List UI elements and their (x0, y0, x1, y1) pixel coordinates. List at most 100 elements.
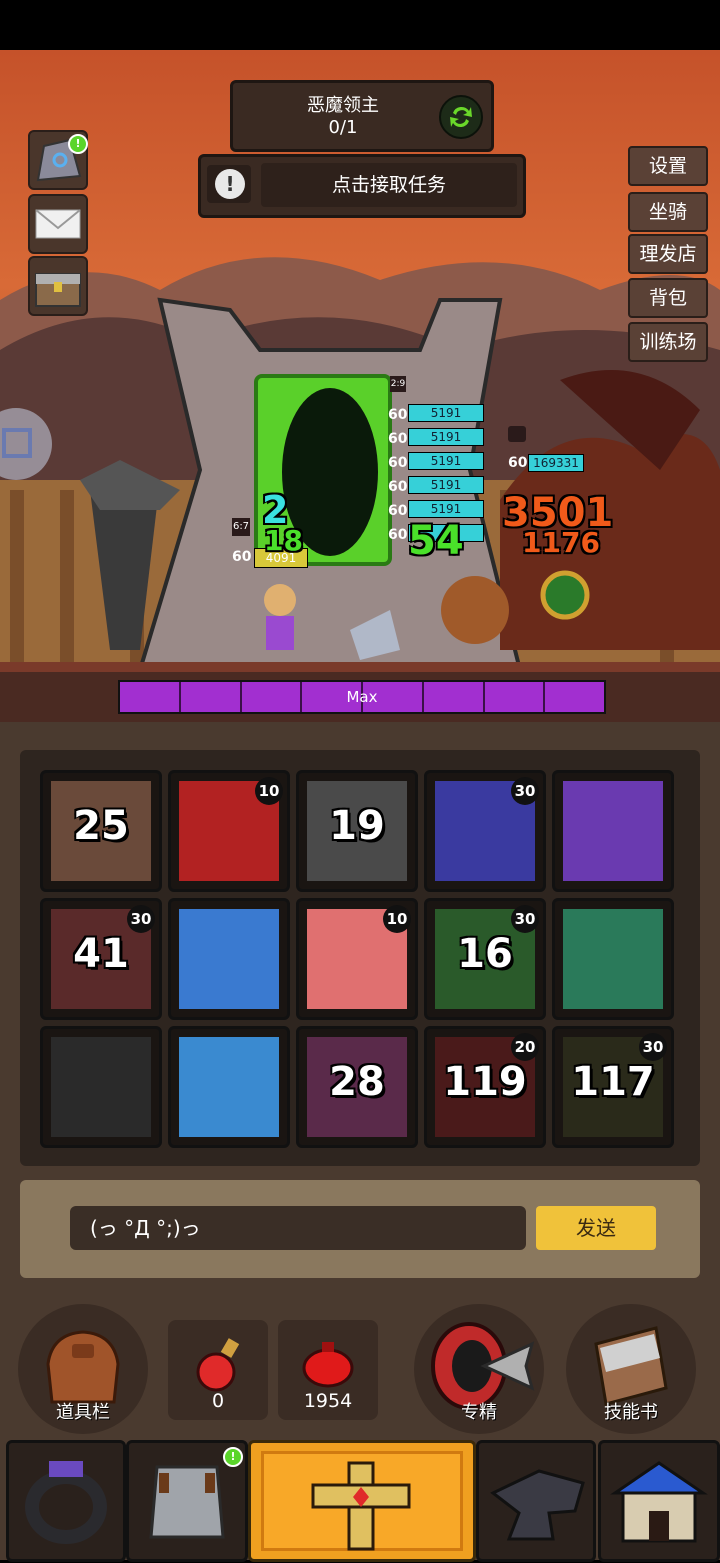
chest-button[interactable] (28, 256, 88, 316)
skill-level-badge: 30 (639, 1033, 667, 1061)
skillbook-button[interactable]: 技能书 (566, 1304, 696, 1434)
items-button[interactable]: 道具栏 (18, 1304, 148, 1434)
skill-slot[interactable]: 25 (40, 770, 162, 892)
mail-button[interactable] (28, 194, 88, 254)
tab-sword[interactable] (248, 1440, 476, 1562)
mail-icon (35, 209, 81, 239)
skill-slot[interactable] (168, 898, 290, 1020)
mount-button[interactable]: 坐骑 (628, 192, 708, 232)
skill-slot[interactable]: 41 30 (40, 898, 162, 1020)
floating-cube-button[interactable] (0, 408, 52, 480)
ally-hp-text: 5191 (430, 406, 462, 420)
skill-level-badge: 10 (255, 777, 283, 805)
cube-icon (2, 428, 32, 458)
ally-level: 60 (388, 431, 408, 447)
ally-hp-bar: 5191 (408, 404, 484, 422)
tab-anvil[interactable] (476, 1440, 596, 1562)
send-button[interactable]: 发送 (536, 1206, 656, 1250)
potion-count: 0 (211, 1390, 225, 1412)
quest-count: 0/1 (328, 117, 358, 138)
skill-icon (179, 1037, 279, 1137)
quest-panel[interactable]: 恶魔领主 0/1 (230, 80, 494, 152)
ally-damage: 54 (408, 518, 464, 564)
skill-slot[interactable] (552, 770, 674, 892)
ally-level: 60 (388, 503, 408, 519)
ally-row: 60 5191 (388, 404, 484, 428)
player-tag: 6:7 (232, 518, 250, 536)
task-panel[interactable]: ! 点击接取任务 (198, 154, 526, 218)
skill-slot[interactable] (552, 898, 674, 1020)
boss-damage-2: 1176 (522, 526, 600, 559)
skill-slot[interactable]: 19 (296, 770, 418, 892)
ally-hp-text: 5191 (430, 502, 462, 516)
boss-level: 60 (508, 455, 528, 471)
skill-slot[interactable]: 10 (296, 898, 418, 1020)
ally-level: 60 (388, 479, 408, 495)
sword-icon (311, 1461, 411, 1551)
settings-button[interactable]: 设置 (628, 146, 708, 186)
specialize-button[interactable]: 专精 (414, 1304, 544, 1434)
skill-slot[interactable] (40, 1026, 162, 1148)
notification-badge: ! (68, 134, 88, 154)
ally-tag: 2:9 (390, 376, 406, 392)
skill-slot[interactable]: 117 30 (552, 1026, 674, 1148)
accept-task-button[interactable]: 点击接取任务 (261, 163, 517, 207)
rune-stone-button[interactable]: ! (28, 130, 88, 190)
skill-level-badge: 30 (511, 905, 539, 933)
tab-shop[interactable] (598, 1440, 720, 1562)
refresh-icon (450, 106, 472, 128)
skill-level-badge: 20 (511, 1033, 539, 1061)
skill-level-badge: 30 (127, 905, 155, 933)
quest-title: 恶魔领主 (307, 95, 379, 116)
elixir-slot[interactable]: 1954 (278, 1320, 378, 1420)
refresh-button[interactable] (439, 95, 483, 139)
boss-hp-bar: 169331 (528, 454, 584, 472)
skill-cooldown: 41 (73, 931, 129, 977)
skill-grid: 25 10 19 30 41 30 10 16 30 28 119 20 117 30 (20, 750, 700, 1166)
tab-armor[interactable]: ! (126, 1440, 248, 1562)
notification-badge: ! (223, 1447, 243, 1467)
training-ground-button[interactable]: 训练场 (628, 322, 708, 362)
chat-panel: (っ °Д °;)っ 发送 (20, 1180, 700, 1278)
ally-level: 60 (388, 455, 408, 471)
skill-cooldown: 25 (73, 803, 129, 849)
boss-hp-text: 169331 (533, 456, 579, 470)
backpack-button[interactable]: 背包 (628, 278, 708, 318)
alert-icon: ! (215, 169, 245, 199)
shop-icon (610, 1461, 708, 1543)
ally-level: 60 (388, 527, 408, 543)
skill-level-badge: 30 (511, 777, 539, 805)
skill-cooldown: 117 (571, 1059, 655, 1105)
boss-skull-icon (508, 426, 526, 442)
skill-icon (179, 909, 279, 1009)
ally-hp-text: 5191 (430, 454, 462, 468)
skill-slot[interactable]: 10 (168, 770, 290, 892)
anvil-icon (490, 1469, 585, 1541)
potion-slot[interactable]: 0 (168, 1320, 268, 1420)
ally-hp-bar: 5191 (408, 452, 484, 470)
skill-cooldown: 16 (457, 931, 513, 977)
task-icon-wrap: ! (207, 165, 251, 203)
chest-icon (35, 273, 81, 307)
ally-level: 60 (388, 407, 408, 423)
chat-input[interactable]: (っ °Д °;)っ (70, 1206, 526, 1250)
skill-level-badge: 10 (383, 905, 411, 933)
skill-icon (51, 1037, 151, 1137)
tab-ring[interactable] (6, 1440, 126, 1562)
player-level: 60 (232, 549, 252, 565)
skill-icon (563, 781, 663, 881)
ally-hp-text: 5191 (430, 478, 462, 492)
skill-slot[interactable]: 30 (424, 770, 546, 892)
elixir-count: 1954 (303, 1390, 353, 1412)
barber-shop-button[interactable]: 理发店 (628, 234, 708, 274)
ally-row: 60 5191 (388, 476, 484, 500)
skill-slot[interactable] (168, 1026, 290, 1148)
skill-cooldown: 19 (329, 803, 385, 849)
ally-row: 60 5191 (388, 428, 484, 452)
skill-slot[interactable]: 16 30 (424, 898, 546, 1020)
items-label: 道具栏 (56, 1402, 110, 1423)
skill-slot[interactable]: 119 20 (424, 1026, 546, 1148)
rage-bar: Max (118, 680, 606, 714)
skill-slot[interactable]: 28 (296, 1026, 418, 1148)
skill-cooldown: 28 (329, 1059, 385, 1105)
